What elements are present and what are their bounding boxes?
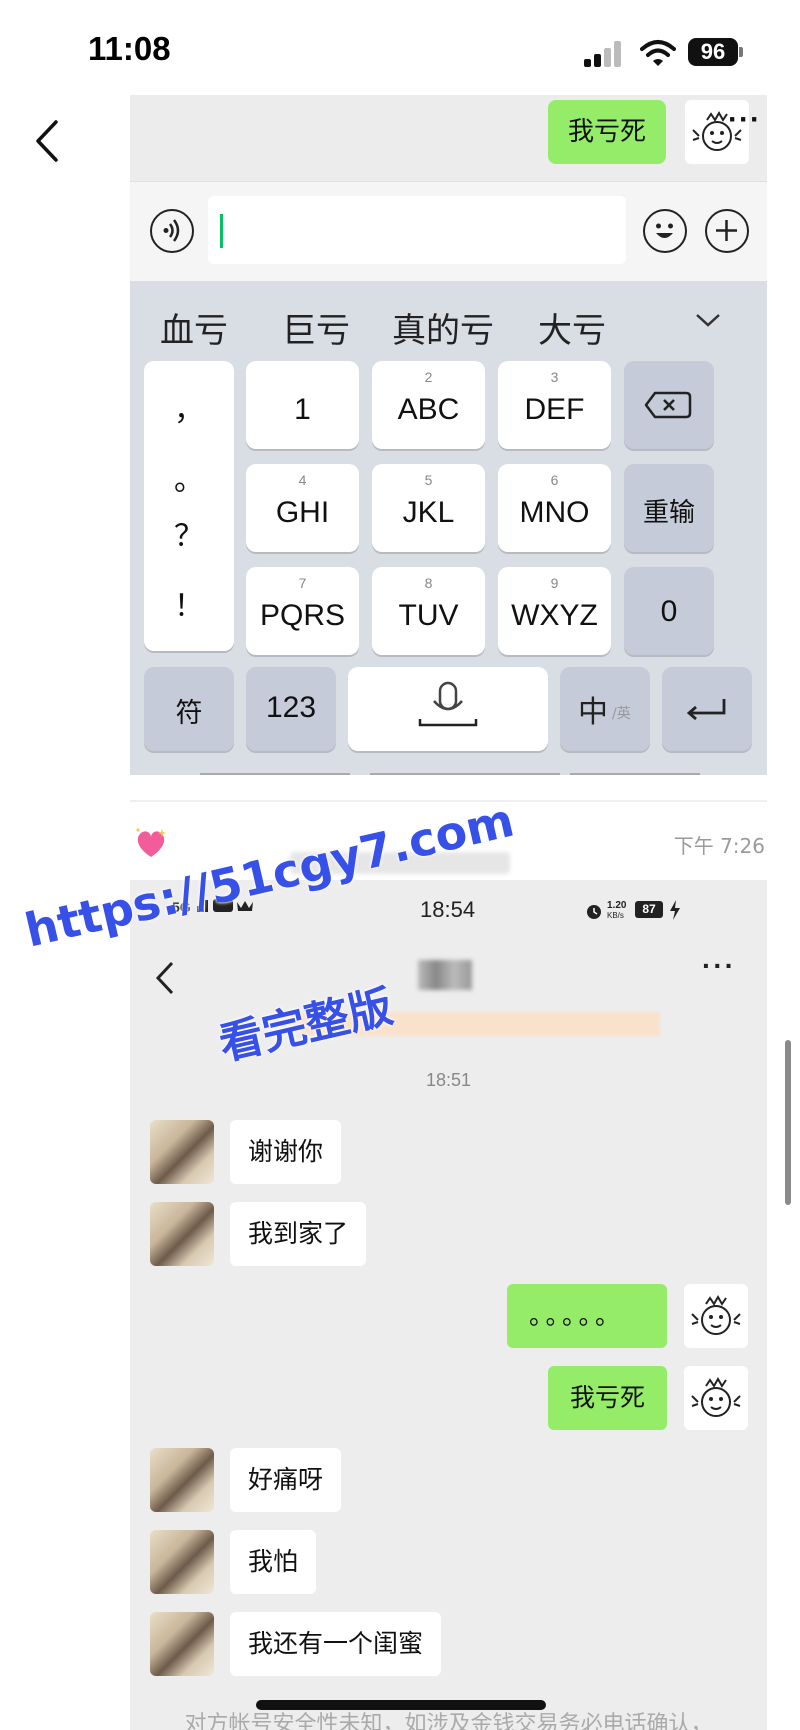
incoming-bubble[interactable]: 我还有一个闺蜜 <box>230 1612 442 1676</box>
key-9-wxyz[interactable]: 9 WXYZ <box>498 567 611 655</box>
contact-avatar[interactable] <box>150 1202 214 1266</box>
key-2-abc[interactable]: 2 ABC <box>372 361 485 449</box>
inner-status-right: 1.20 KB/s 87 <box>585 900 705 922</box>
backspace-key[interactable] <box>624 361 714 449</box>
contact-avatar[interactable] <box>150 1448 214 1512</box>
key-7-pqrs[interactable]: 7 PQRS <box>246 567 359 655</box>
message-row-incoming: 好痛呀 <box>130 1448 767 1512</box>
outgoing-bubble[interactable]: 我亏死 <box>548 1366 668 1430</box>
ime-keyboard: 血亏 巨亏 真的亏 大亏 ， 。 ？ ！ 1 2 ABC 3 DEF 4 GHI… <box>130 281 767 775</box>
contact-avatar[interactable] <box>150 1530 214 1594</box>
key-4-ghi[interactable]: 4 GHI <box>246 464 359 552</box>
numbers-key[interactable]: 123 <box>246 667 336 751</box>
candidate-word[interactable]: 真的亏 <box>392 303 494 352</box>
message-input[interactable] <box>208 196 626 264</box>
punctuation-key[interactable]: ， 。 ？ ！ <box>144 361 234 651</box>
emoji-button[interactable] <box>643 209 687 253</box>
inner-status-time: 18:54 <box>420 897 476 922</box>
more-dots-icon[interactable]: ··· <box>728 103 761 137</box>
candidate-word[interactable]: 血亏 <box>160 303 228 352</box>
return-arrow-icon <box>686 699 726 721</box>
keyboard-bottom-line <box>200 773 700 775</box>
incoming-bubble[interactable]: 我怕 <box>230 1530 317 1594</box>
punct-comma[interactable]: ， <box>144 385 234 429</box>
battery-indicator: 96 <box>688 38 738 66</box>
charging-bolt-icon <box>670 900 680 920</box>
message-row-incoming: 谢谢你 <box>130 1120 767 1184</box>
message-row-outgoing: 我亏死 <box>130 1366 767 1430</box>
sent-message-bubble: 我亏死 <box>548 100 667 164</box>
back-chevron-icon[interactable] <box>28 118 68 164</box>
keyboard-screenshot: 我亏死 ··· 血亏 巨亏 真的亏 大亏 ， 。 ？ ！ 1 2 ABC 3 D… <box>130 95 767 775</box>
message-row-incoming: 我还有一个闺蜜 <box>130 1612 767 1676</box>
chevron-down-icon[interactable] <box>694 309 722 331</box>
home-indicator[interactable] <box>256 1700 546 1710</box>
contact-avatar[interactable] <box>150 1612 214 1676</box>
key-3-def[interactable]: 3 DEF <box>498 361 611 449</box>
divider <box>130 800 767 802</box>
punct-exclaim[interactable]: ！ <box>144 581 234 625</box>
voice-toggle-button[interactable] <box>150 209 194 253</box>
inner-back-icon[interactable] <box>152 960 178 996</box>
plus-icon <box>716 220 737 241</box>
key-1[interactable]: 1 <box>246 361 359 449</box>
symbols-key[interactable]: 符 <box>144 667 234 751</box>
blurred-contact-name <box>418 960 472 990</box>
key-0[interactable]: 0 <box>624 567 714 655</box>
battery-tip <box>739 47 743 57</box>
sparkling-heart-icon <box>136 828 166 857</box>
outgoing-bubble[interactable]: 。。。。。 <box>507 1284 667 1348</box>
status-time: 11:08 <box>88 30 171 67</box>
incoming-bubble[interactable]: 好痛呀 <box>230 1448 342 1512</box>
more-options-icon[interactable]: ··· <box>702 950 736 982</box>
my-avatar[interactable] <box>684 1366 748 1430</box>
space-voice-key[interactable] <box>348 667 548 751</box>
sketch-face-icon <box>691 1294 741 1335</box>
punct-period[interactable]: 。 <box>144 455 234 499</box>
text-caret <box>220 214 223 248</box>
cellular-signal-icon <box>584 41 624 67</box>
alarm-icon <box>587 905 601 919</box>
key-5-jkl[interactable]: 5 JKL <box>372 464 485 552</box>
add-attachment-button[interactable] <box>705 209 749 253</box>
chat-timestamp: 18:51 <box>425 1070 472 1090</box>
key-6-mno[interactable]: 6 MNO <box>498 464 611 552</box>
punct-question[interactable]: ？ <box>144 511 234 555</box>
key-8-tuv[interactable]: 8 TUV <box>372 567 485 655</box>
message-row-incoming: 我怕 <box>130 1530 767 1594</box>
enter-key[interactable] <box>662 667 752 751</box>
incoming-bubble[interactable]: 我到家了 <box>230 1202 367 1266</box>
contact-avatar[interactable] <box>150 1120 214 1184</box>
scrollbar[interactable] <box>785 1040 791 1205</box>
post-time: 下午 7:26 <box>673 834 765 858</box>
wifi-icon <box>640 40 676 66</box>
input-bar <box>130 181 767 281</box>
message-row-outgoing: 。。。。。 <box>130 1284 767 1348</box>
reinput-key[interactable]: 重输 <box>624 464 714 552</box>
backspace-icon <box>644 391 692 419</box>
emoji-face-icon <box>656 223 673 238</box>
language-toggle-key[interactable]: 中 /英 <box>560 667 650 751</box>
microphone-icon <box>418 681 478 727</box>
candidate-word[interactable]: 巨亏 <box>282 303 350 352</box>
sketch-face-icon <box>691 1376 741 1417</box>
voice-icon <box>163 219 180 242</box>
message-row-incoming: 我到家了 <box>130 1202 767 1266</box>
incoming-bubble[interactable]: 谢谢你 <box>230 1120 342 1184</box>
candidate-word[interactable]: 大亏 <box>538 303 606 352</box>
inner-battery: 87 <box>635 901 663 918</box>
my-avatar[interactable] <box>684 1284 748 1348</box>
